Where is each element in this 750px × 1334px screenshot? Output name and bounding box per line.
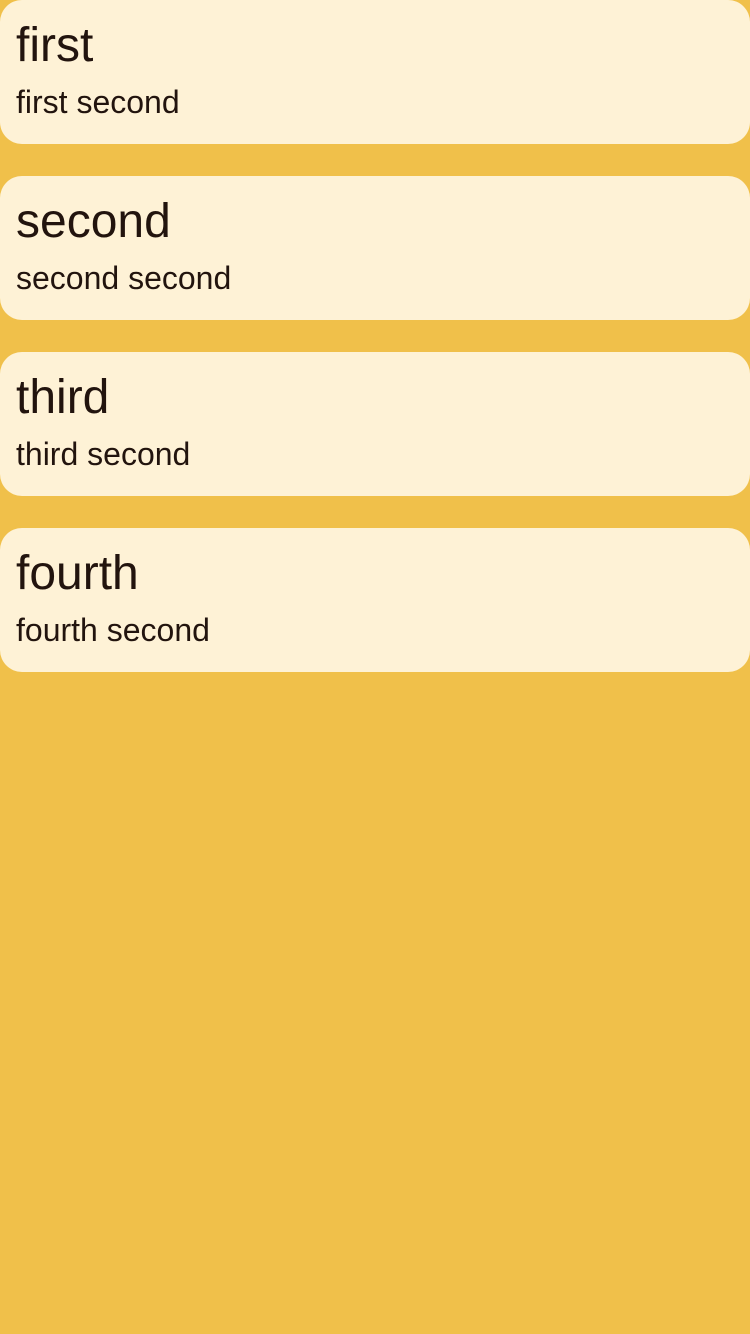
- list-item[interactable]: second second second: [0, 176, 750, 320]
- item-title: second: [16, 195, 171, 248]
- item-list: first first second second second second …: [0, 0, 750, 672]
- item-subtitle: third second: [16, 436, 191, 472]
- item-subtitle: fourth second: [16, 612, 210, 648]
- list-item[interactable]: first first second: [0, 0, 750, 144]
- item-title: first: [16, 19, 94, 72]
- list-item[interactable]: fourth fourth second: [0, 528, 750, 672]
- list-item[interactable]: third third second: [0, 352, 750, 496]
- item-subtitle: first second: [16, 84, 180, 120]
- item-title: fourth: [16, 547, 139, 600]
- item-title: third: [16, 371, 110, 424]
- item-subtitle: second second: [16, 260, 232, 296]
